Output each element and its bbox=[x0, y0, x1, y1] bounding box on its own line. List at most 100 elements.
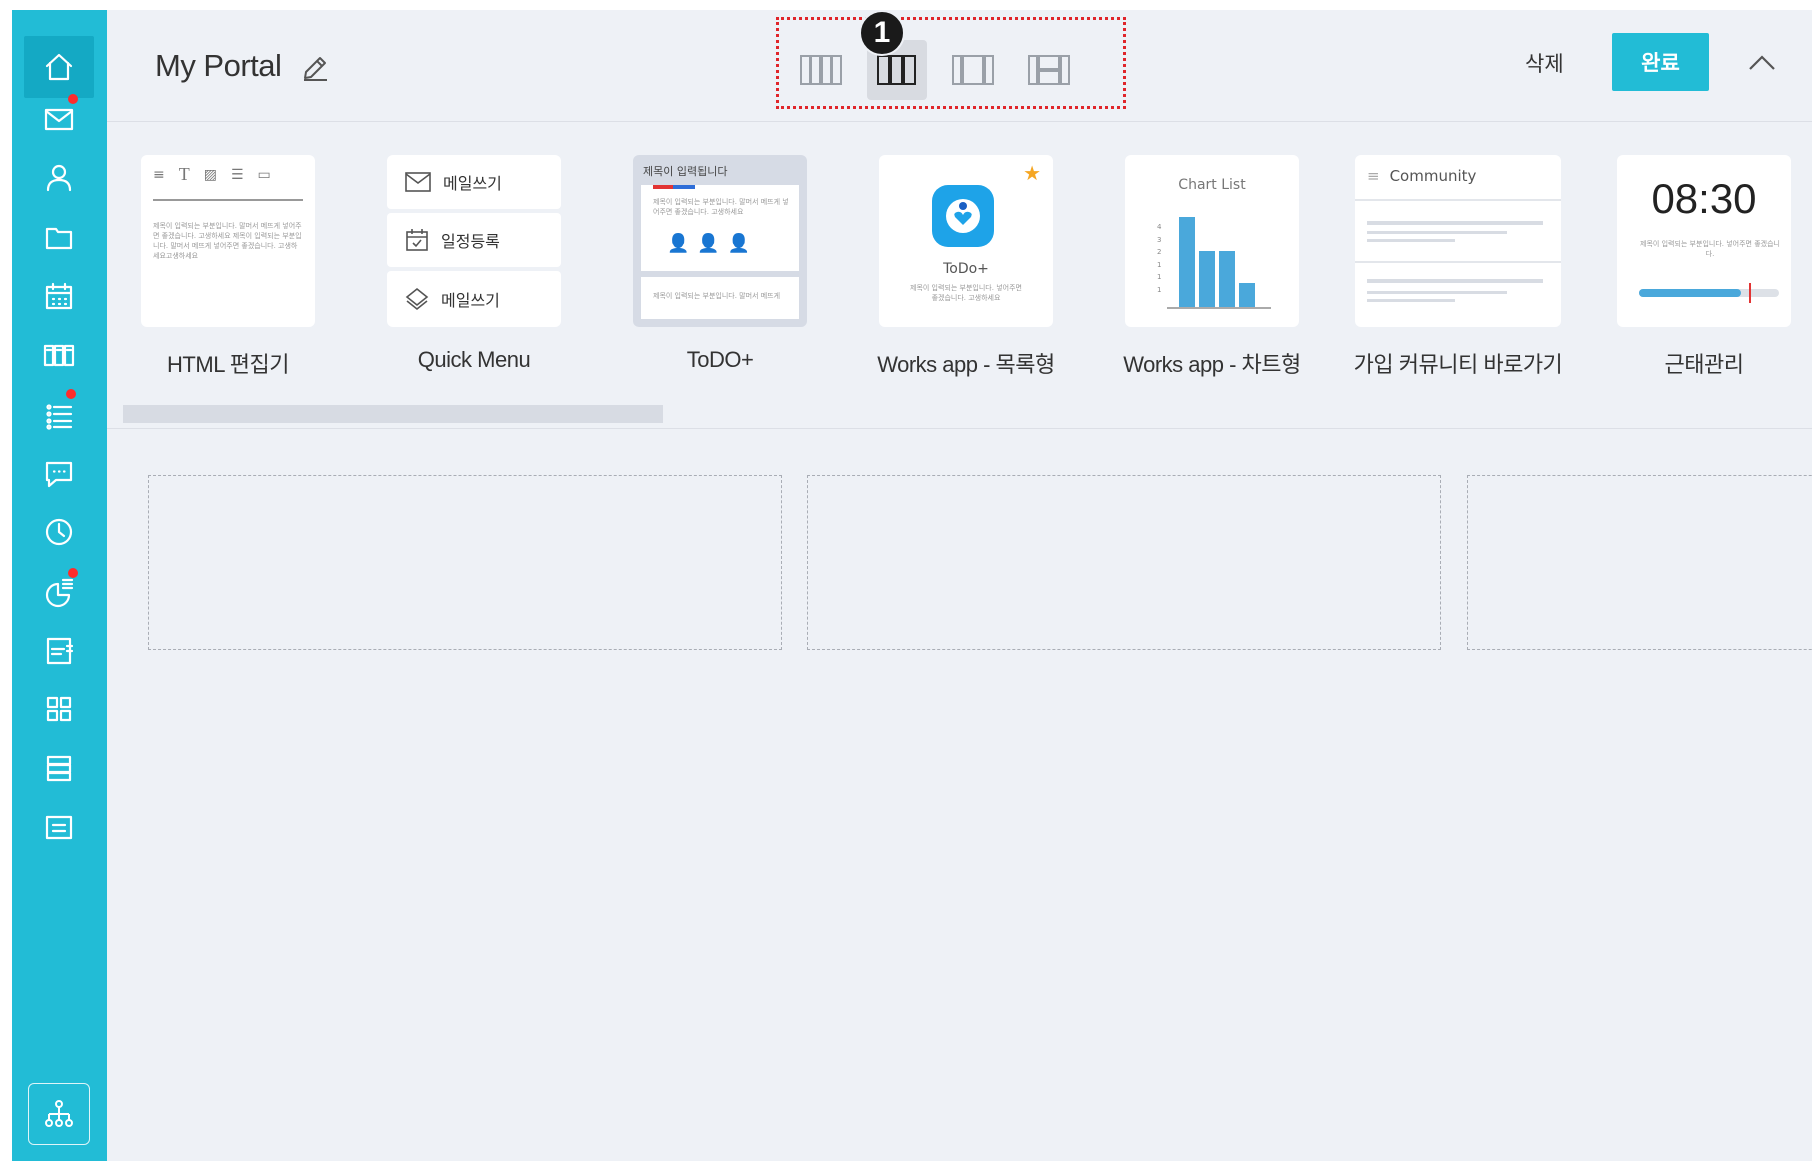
widget-label: Works app - 차트형 bbox=[1123, 352, 1301, 377]
app-preview-text: 제목이 입력되는 부분입니다. 넣어주면 좋겠습니다. 고생하세요 bbox=[910, 284, 1022, 303]
widget-thumbnail: 메일쓰기 일정등록 메일쓰기 bbox=[387, 155, 561, 327]
note-icon bbox=[45, 815, 73, 840]
widget-quick-menu[interactable]: 메일쓰기 일정등록 메일쓰기 Quick Menu bbox=[366, 155, 582, 373]
avatar: 👤 bbox=[727, 233, 751, 254]
divider bbox=[1355, 261, 1561, 263]
sidebar-item-board[interactable] bbox=[24, 619, 94, 681]
widget-works-app-list[interactable]: ★ ToDo+ 제목이 입력되는 부분입니다. 넣어주면 좋겠습니다. 고생하세… bbox=[858, 155, 1074, 379]
menu-icon: ≡ bbox=[1367, 167, 1380, 185]
quick-menu-label: 메일쓰기 bbox=[443, 174, 502, 193]
widget-label: Quick Menu bbox=[417, 347, 531, 372]
sidebar-item-contacts[interactable] bbox=[24, 147, 94, 209]
apps-grid-icon bbox=[46, 696, 72, 722]
task-list-icon bbox=[46, 404, 73, 430]
todo-preview-footer: 제목이 입력되는 부분입니다. 말머서 메뜨게 bbox=[653, 292, 781, 300]
sidebar-item-folder[interactable] bbox=[24, 206, 94, 268]
red-tag bbox=[653, 185, 673, 189]
sidebar-item-tasks[interactable] bbox=[24, 383, 94, 445]
contacts-icon bbox=[46, 164, 72, 192]
widget-community[interactable]: ≡ Community 가입 커뮤니티 바로가기 bbox=[1350, 155, 1566, 379]
layout-selector-highlight bbox=[776, 17, 1126, 109]
page-title: My Portal bbox=[155, 48, 282, 83]
avatar: 👤 bbox=[697, 233, 720, 254]
placeholder-line bbox=[1367, 231, 1507, 234]
org-chart-button[interactable] bbox=[28, 1083, 90, 1145]
heart-icon bbox=[946, 199, 980, 233]
edit-title-button[interactable] bbox=[297, 50, 333, 86]
placeholder-line bbox=[1367, 279, 1543, 283]
community-title: Community bbox=[1389, 167, 1477, 185]
attendance-progress-track bbox=[1639, 283, 1779, 303]
three-columns-icon bbox=[877, 55, 916, 85]
chart-bar bbox=[1199, 251, 1215, 307]
sidebar-item-calendar[interactable] bbox=[24, 265, 94, 327]
delete-button[interactable]: 삭제 bbox=[1525, 48, 1564, 78]
notification-dot bbox=[68, 94, 78, 104]
sidebar-item-clock[interactable] bbox=[24, 501, 94, 563]
sidebar-item-chat[interactable] bbox=[24, 442, 94, 504]
quick-menu-item: 일정등록 bbox=[387, 213, 561, 267]
split-center-icon bbox=[1028, 55, 1070, 85]
done-button[interactable]: 완료 bbox=[1612, 33, 1709, 91]
sidebar-item-columns[interactable] bbox=[24, 324, 94, 386]
chart-bar bbox=[1219, 251, 1235, 307]
layout-column-dropzone[interactable] bbox=[1467, 475, 1812, 650]
y-tick: 4 bbox=[1157, 223, 1162, 231]
text-icon: T bbox=[178, 164, 190, 184]
columns-icon bbox=[43, 344, 75, 367]
widget-attendance[interactable]: 08:30 제목이 입력되는 부분입니다. 넣어주면 좋겠습니다. 근태관리 bbox=[1596, 155, 1812, 379]
widget-thumbnail: ≡ T ▨ ☰ ▭ 제목이 입력되는 부분입니다. 말머서 메뜨게 넣어주면 좋… bbox=[141, 155, 315, 327]
quick-menu-label: 메일쓰기 bbox=[441, 291, 500, 310]
placeholder-line bbox=[1367, 221, 1543, 225]
step-badge: 1 bbox=[859, 10, 905, 56]
image-icon: ▨ bbox=[203, 167, 217, 183]
rows-icon bbox=[46, 755, 72, 782]
portal-frame: My Portal 1 삭제 완료 ≡ T ▨ ☰ ▭ 제목이 입력되는 부분입… bbox=[12, 10, 1812, 1161]
wide-center-icon bbox=[952, 55, 994, 85]
todo-card: 제목이 입력되는 부분입니다. 말머서 메뜨게 bbox=[641, 277, 799, 319]
org-chart-icon bbox=[45, 1100, 73, 1127]
settings-icon: ☰ bbox=[230, 167, 244, 183]
sidebar bbox=[12, 10, 107, 1161]
widget-thumbnail: 제목이 입력됩니다 제목이 입력되는 부분입니다. 말머서 메뜨게 넣어주면 좋… bbox=[633, 155, 807, 327]
sidebar-item-note[interactable] bbox=[24, 796, 94, 858]
widget-gallery: ≡ T ▨ ☰ ▭ 제목이 입력되는 부분입니다. 말머서 메뜨게 넣어주면 좋… bbox=[107, 123, 1812, 429]
four-columns-icon bbox=[800, 55, 842, 85]
widget-thumbnail: Chart List 4 3 2 1 1 1 bbox=[1125, 155, 1299, 327]
chart-bar bbox=[1179, 217, 1195, 307]
layout-4-columns-button[interactable] bbox=[791, 40, 851, 100]
widget-works-app-chart[interactable]: Chart List 4 3 2 1 1 1 Works app - 차트형 bbox=[1104, 155, 1320, 379]
board-icon bbox=[46, 637, 74, 665]
app-name: ToDo+ bbox=[943, 261, 989, 277]
widget-todo[interactable]: 제목이 입력됩니다 제목이 입력되는 부분입니다. 말머서 메뜨게 넣어주면 좋… bbox=[612, 155, 828, 373]
widget-preview-text: 제목이 입력되는 부분입니다. 말머서 메뜨게 넣어주면 좋겠습니다. 고생하세… bbox=[153, 222, 302, 261]
widget-html-editor[interactable]: ≡ T ▨ ☰ ▭ 제목이 입력되는 부분입니다. 말머서 메뜨게 넣어주면 좋… bbox=[120, 155, 336, 379]
avatar: 👤 bbox=[667, 233, 690, 254]
chevron-up-icon bbox=[1749, 55, 1775, 70]
editor-toolbar-icons: ≡ T ▨ ☰ ▭ bbox=[153, 164, 271, 184]
blue-tag bbox=[673, 185, 695, 189]
collapse-button[interactable] bbox=[1742, 43, 1782, 83]
layout-wide-center-button[interactable] bbox=[943, 40, 1003, 100]
widget-label: 근태관리 bbox=[1664, 352, 1744, 377]
sidebar-item-rows[interactable] bbox=[24, 737, 94, 799]
divider bbox=[1355, 199, 1561, 201]
layout-column-dropzone[interactable] bbox=[807, 475, 1441, 650]
card-icon: ▭ bbox=[257, 167, 271, 183]
sidebar-item-apps[interactable] bbox=[24, 678, 94, 740]
todo-preview-title: 제목이 입력됩니다 bbox=[643, 165, 728, 178]
mail-icon bbox=[44, 108, 74, 131]
mail-icon bbox=[405, 172, 431, 192]
home-icon bbox=[45, 53, 73, 81]
sidebar-item-report[interactable] bbox=[24, 560, 94, 622]
clock-icon bbox=[45, 518, 73, 546]
align-icon: ≡ bbox=[153, 167, 165, 183]
layout-column-dropzone[interactable] bbox=[148, 475, 782, 650]
widget-label: HTML 편집기 bbox=[167, 352, 289, 377]
chat-icon bbox=[45, 461, 73, 488]
sidebar-item-mail[interactable] bbox=[24, 88, 94, 150]
widget-label: Works app - 목록형 bbox=[877, 352, 1055, 377]
layout-split-center-button[interactable] bbox=[1019, 40, 1079, 100]
gallery-scrollbar[interactable] bbox=[123, 405, 663, 423]
attendance-progress-fill bbox=[1639, 289, 1742, 297]
